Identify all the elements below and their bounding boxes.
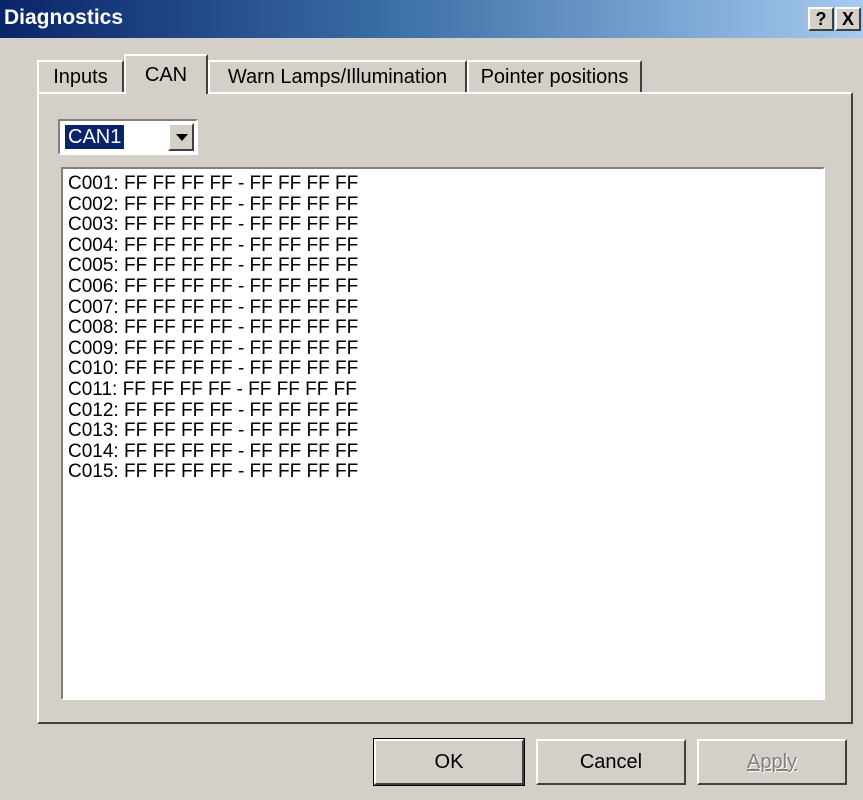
list-item[interactable]: C003: FF FF FF FF - FF FF FF FF: [68, 215, 823, 236]
list-item[interactable]: C011: FF FF FF FF - FF FF FF FF: [68, 379, 823, 401]
list-item[interactable]: C010: FF FF FF FF - FF FF FF FF: [68, 359, 823, 380]
list-item[interactable]: C001: FF FF FF FF - FF FF FF FF: [68, 173, 823, 195]
can-bus-select[interactable]: CAN1: [58, 119, 198, 155]
list-item[interactable]: C006: FF FF FF FF - FF FF FF FF: [68, 276, 823, 298]
apply-button-label: Apply: [746, 750, 798, 773]
window-title: Diagnostics: [4, 6, 124, 29]
tab-inputs[interactable]: Inputs: [37, 60, 124, 92]
chevron-down-icon[interactable]: [168, 123, 194, 151]
list-item[interactable]: C012: FF FF FF FF - FF FF FF FF: [68, 400, 823, 422]
diagnostics-dialog: Diagnostics ? X Inputs CAN Warn Lamps/Il…: [0, 0, 863, 800]
cancel-button[interactable]: Cancel: [536, 739, 686, 785]
list-item[interactable]: C013: FF FF FF FF - FF FF FF FF: [68, 421, 823, 442]
apply-button[interactable]: Apply: [697, 739, 847, 785]
can-message-list[interactable]: C001: FF FF FF FF - FF FF FF FF C002: FF…: [61, 167, 825, 700]
can-bus-selected-value: CAN1: [63, 124, 126, 150]
list-item[interactable]: C002: FF FF FF FF - FF FF FF FF: [68, 194, 823, 216]
list-item[interactable]: C009: FF FF FF FF - FF FF FF FF: [68, 338, 823, 360]
close-button[interactable]: X: [835, 7, 861, 31]
list-item[interactable]: C007: FF FF FF FF - FF FF FF FF: [68, 297, 823, 319]
list-item[interactable]: C008: FF FF FF FF - FF FF FF FF: [68, 318, 823, 339]
tab-can[interactable]: CAN: [124, 54, 208, 94]
close-icon: X: [841, 8, 854, 29]
list-item[interactable]: C005: FF FF FF FF - FF FF FF FF: [68, 256, 823, 277]
ok-button[interactable]: OK: [373, 738, 525, 786]
list-item[interactable]: C015: FF FF FF FF - FF FF FF FF: [68, 462, 823, 483]
list-item[interactable]: C014: FF FF FF FF - FF FF FF FF: [68, 441, 823, 463]
title-bar[interactable]: Diagnostics ? X: [0, 0, 863, 38]
help-button[interactable]: ?: [808, 7, 834, 31]
tab-warn-lamps[interactable]: Warn Lamps/Illumination: [208, 60, 467, 92]
tab-pointer-positions[interactable]: Pointer positions: [467, 60, 642, 92]
list-item[interactable]: C004: FF FF FF FF - FF FF FF FF: [68, 235, 823, 257]
